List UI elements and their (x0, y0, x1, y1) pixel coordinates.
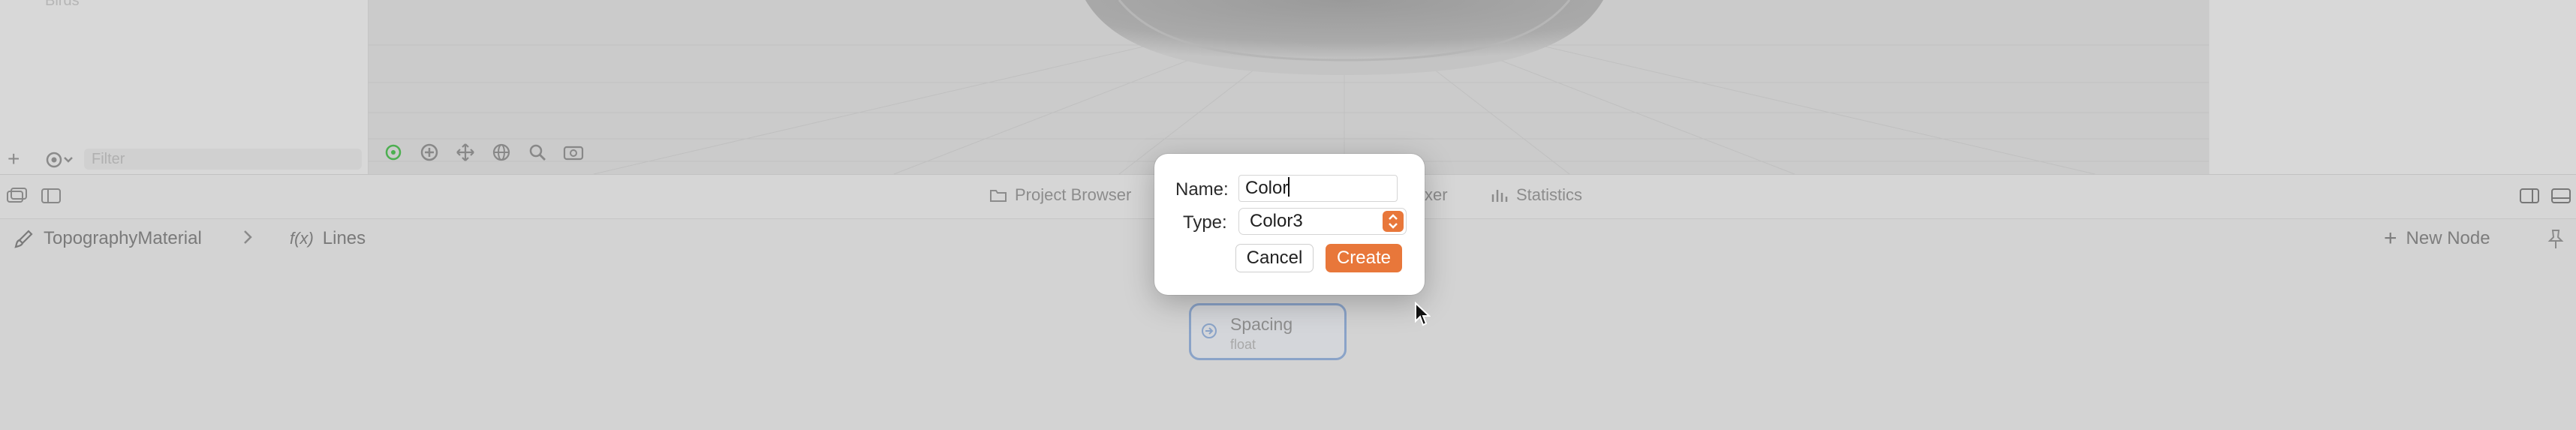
type-value: Color3 (1250, 211, 1303, 231)
function-icon: f(x) (290, 229, 314, 248)
tab-statistics[interactable]: Statistics (1491, 185, 1582, 205)
node-type: float (1230, 337, 1256, 352)
folder-icon (990, 190, 1007, 202)
model-torus (1085, 0, 1603, 75)
create-button[interactable]: Create (1326, 244, 1402, 272)
gear-icon[interactable] (44, 149, 80, 171)
chevron-right-icon (242, 228, 254, 246)
text-caret (1288, 177, 1290, 197)
brush-icon (14, 230, 33, 248)
move-icon[interactable] (453, 140, 478, 165)
sidebar-right-icon[interactable] (2517, 185, 2541, 206)
new-node-label: New Node (2406, 228, 2490, 248)
input-port-icon[interactable] (1200, 322, 1218, 340)
outline-panel: Birds + Filter (0, 0, 369, 174)
tab-label: Project Browser (1015, 185, 1132, 204)
chevron-updown-icon[interactable] (1383, 211, 1404, 232)
breadcrumb-function-label: Lines (322, 228, 366, 248)
zoom-icon[interactable] (525, 140, 550, 165)
outline-toolbar: + Filter (0, 146, 368, 174)
breadcrumb-material-label: TopographyMaterial (44, 228, 202, 248)
name-label: Name: (1175, 179, 1229, 200)
tab-label: Statistics (1516, 185, 1583, 204)
tab-label: xer (1425, 185, 1448, 204)
add-object-icon[interactable] (417, 140, 442, 165)
globe-icon[interactable] (489, 140, 514, 165)
node-name: Spacing (1230, 314, 1293, 334)
type-select[interactable]: Color3 (1238, 208, 1407, 235)
tab-audio-mixer[interactable]: xer (1425, 185, 1448, 205)
breadcrumb-function[interactable]: f(x) Lines (290, 228, 366, 249)
inspector-gutter (2210, 0, 2576, 174)
windows-icon[interactable] (5, 185, 29, 206)
pin-icon[interactable] (2546, 228, 2565, 251)
camera-icon[interactable] (561, 140, 586, 165)
add-icon[interactable]: + (8, 147, 20, 171)
orbit-icon[interactable] (381, 140, 406, 165)
name-value: Color (1245, 178, 1289, 198)
viewport-toolbar (381, 140, 586, 165)
plus-icon: + (2384, 226, 2397, 251)
new-node-dialog: Name: Color Type: Color3 Cancel Create (1154, 154, 1425, 295)
bar-chart-icon (1491, 190, 1508, 202)
breadcrumb-material[interactable]: TopographyMaterial (14, 228, 202, 249)
cancel-button[interactable]: Cancel (1235, 244, 1314, 272)
new-node-button[interactable]: + New Node (2384, 226, 2490, 251)
sidebar-left-icon[interactable] (39, 185, 63, 206)
viewport-grid (369, 0, 2209, 174)
tab-project-browser[interactable]: Project Browser (989, 185, 1131, 205)
outline-item[interactable]: Birds (45, 0, 80, 10)
filter-input[interactable]: Filter (84, 149, 362, 170)
graph-node-spacing[interactable]: Spacing float (1189, 303, 1347, 360)
type-label: Type: (1183, 212, 1227, 233)
mouse-cursor-icon (1415, 302, 1431, 326)
panel-bottom-icon[interactable] (2549, 185, 2573, 206)
viewport[interactable] (369, 0, 2209, 174)
name-field[interactable]: Color (1238, 175, 1398, 202)
